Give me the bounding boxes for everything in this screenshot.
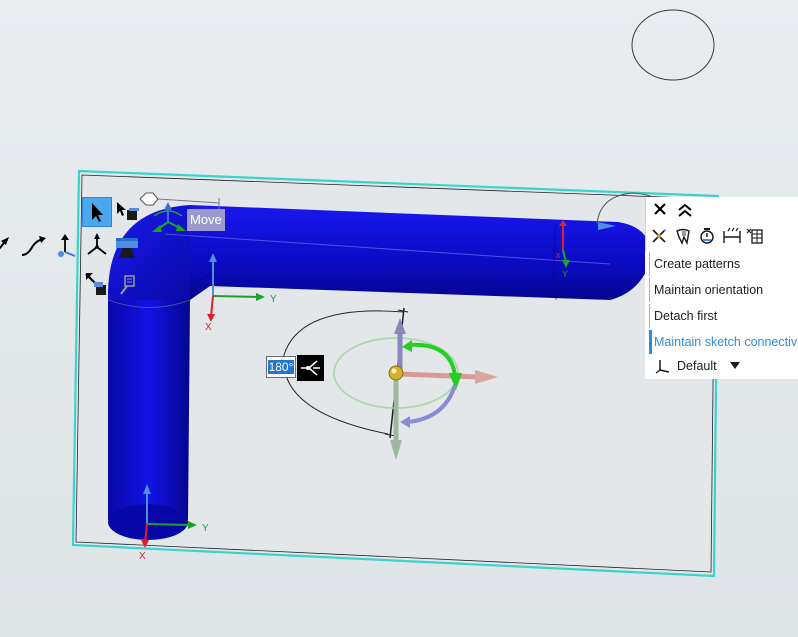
close-icon[interactable] xyxy=(652,201,668,217)
select-body-icon xyxy=(117,202,139,220)
select-tool-button[interactable] xyxy=(82,197,112,227)
collapse-icon[interactable] xyxy=(676,201,694,219)
svg-text:Y: Y xyxy=(562,269,568,279)
move-path-button[interactable] xyxy=(0,231,16,261)
tooth-icon[interactable] xyxy=(674,227,692,245)
option-maintain-orientation[interactable]: Maintain orientation xyxy=(649,278,798,302)
anchor-icon xyxy=(58,234,76,257)
options-list: Create patterns Maintain orientation Det… xyxy=(645,251,798,379)
dropdown-arrow-icon xyxy=(730,362,740,369)
angle-value: 180° xyxy=(267,360,295,374)
move-path-icon xyxy=(0,237,9,250)
triad-button[interactable] xyxy=(82,231,112,261)
default-dropdown[interactable]: Default xyxy=(649,355,789,377)
angle-input[interactable]: 180° xyxy=(266,356,296,378)
pin-button[interactable] xyxy=(112,269,142,299)
options-toolbar xyxy=(645,197,798,251)
anchor-button[interactable] xyxy=(50,231,80,261)
option-detach-first[interactable]: Detach first xyxy=(649,304,798,328)
default-dropdown-label: Default xyxy=(677,359,717,373)
elbow-triad-y-label: Y xyxy=(270,294,277,305)
mini-toolbar xyxy=(0,197,148,301)
elbow-triad-x-label: X xyxy=(205,322,212,333)
compass-icon[interactable] xyxy=(650,227,668,245)
triad-icon xyxy=(87,233,107,255)
pipe-vertical-leg[interactable] xyxy=(108,300,190,536)
dimension-icon[interactable] xyxy=(722,227,742,245)
move-label: Move xyxy=(187,209,225,231)
bottom-triad-x-label: X xyxy=(139,551,146,562)
snap-branch-icon xyxy=(301,360,320,376)
curve-path-icon xyxy=(21,236,46,256)
timer-icon[interactable] xyxy=(698,227,716,245)
ruler-block-button[interactable] xyxy=(112,231,142,261)
svg-text:x: x xyxy=(556,250,561,260)
ruler-block-icon xyxy=(116,238,138,258)
select-body-button[interactable] xyxy=(112,197,142,227)
option-maintain-sketch-connectivity[interactable]: Maintain sketch connectivity xyxy=(649,330,798,354)
axis-icon xyxy=(655,360,670,374)
curve-path-button[interactable] xyxy=(18,231,48,261)
pin-icon xyxy=(120,275,135,295)
move-copy-button[interactable] xyxy=(82,269,112,299)
option-create-patterns[interactable]: Create patterns xyxy=(649,252,798,276)
bottom-triad-y-label: Y xyxy=(202,523,209,534)
sketch-circle[interactable] xyxy=(631,9,715,81)
select-arrow-icon xyxy=(92,203,103,222)
move-copy-icon xyxy=(85,273,106,295)
angle-snap-button[interactable] xyxy=(297,355,324,381)
table-icon[interactable] xyxy=(746,227,764,245)
